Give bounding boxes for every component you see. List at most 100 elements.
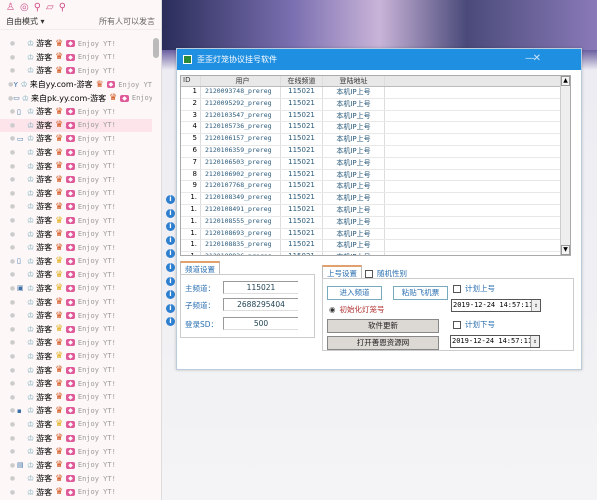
plan-login-datetime[interactable]: 2019-12-24 14:57:11 ⇕ (451, 299, 541, 312)
cell-address: 本机IP上号 (323, 157, 385, 169)
plan-logout-checkbox[interactable]: 计划下号 (453, 319, 495, 330)
user-icon[interactable]: ♙ (6, 2, 15, 13)
info-icon[interactable]: i (166, 303, 175, 313)
table-row[interactable]: 1 2120093748_prereg 115021 本机IP上号 (181, 87, 570, 99)
open-resource-site-button[interactable]: 打开善恩资源网 (327, 336, 439, 350)
close-icon[interactable]: ✕ (533, 53, 541, 64)
plan-logout-datetime[interactable]: 2019-12-24 14:57:11 ⇕ (450, 335, 540, 348)
scroll-down-icon[interactable]: ▼ (561, 245, 570, 255)
plan-login-checkbox[interactable]: 计划上号 (453, 283, 495, 294)
user-list-item[interactable]: ● ♔ 游客 ♛ ◆ Enjoy YT! (0, 472, 152, 486)
col-user[interactable]: 用户 (201, 76, 281, 86)
account-table: ID 用户 在线频道 登陆地址 1 2120093748_prereg 115021… (180, 75, 571, 256)
spinner-icon[interactable]: ⇕ (531, 300, 540, 311)
user-list-item[interactable]: ● ♔ 游客 ♛ ◆ Enjoy YT! (0, 363, 152, 377)
user-list-item[interactable]: ● ▤ ♔ 游客 ♛ ◆ Enjoy YT! (0, 458, 152, 472)
cell-user: 2120106359_prereg (201, 145, 281, 157)
table-row[interactable]: 1. 2120108693_prereg 115021 本机IP上号 (181, 228, 570, 241)
user-list-item[interactable]: ● ♔ 游客 ♛ ◆ Enjoy YT! (0, 173, 152, 187)
share-icon[interactable]: ▱ (46, 2, 54, 13)
table-row[interactable]: 9 2120107768_prereg 115021 本机IP上号 (181, 181, 570, 194)
app-window: 歪歪灯笼协议挂号软件 — ✕ ID 用户 在线频道 登陆地址 1 21200937… (176, 48, 582, 370)
table-row[interactable]: 4 2120105736_prereg 115021 本机IP上号 (181, 122, 570, 135)
user-list-item[interactable]: ● ♔ 游客 ♛ ◆ Enjoy YT! (0, 295, 152, 309)
user-name: 游客 (36, 52, 53, 62)
user-list-item[interactable]: ● ♔ 游客 ♛ ◆ Enjoy YT! (0, 146, 152, 160)
scroll-up-icon[interactable]: ▲ (561, 76, 570, 86)
table-row[interactable]: 3 2120103547_prereg 115021 本机IP上号 (181, 110, 570, 123)
user-list-item[interactable]: ● ♔ 游客 ♛ ◆ Enjoy YT! (0, 431, 152, 445)
user-list-item[interactable]: ● ♔ 游客 ♛ ◆ Enjoy YT! (0, 418, 152, 432)
table-row[interactable]: 5 2120106157_prereg 115021 本机IP上号 (181, 134, 570, 146)
user-name: 游客 (36, 39, 53, 49)
user-list-item[interactable]: ● ♔ 游客 ♛ ◆ Enjoy YT! (0, 51, 152, 65)
user-list-item[interactable]: ● ♔ 游客 ♛ ◆ Enjoy YT! (0, 322, 152, 336)
user-list-item[interactable]: ● ♔ 游客 ♛ ◆ Enjoy YT! (0, 241, 152, 255)
table-row[interactable]: 1. 2120108491_prereg 115021 本机IP上号 (181, 204, 570, 217)
main-channel-input[interactable]: 115021 (223, 281, 298, 294)
user-signature: Enjoy YT! (77, 311, 116, 320)
user-list-item[interactable]: ● ▭ ♔ 来自pk.yy.com-游客 ♛ ◆ Enjoy (0, 91, 152, 105)
sub-channel-input[interactable]: 2688295404 (223, 298, 298, 311)
user-list-item[interactable]: ● ♔ 游客 ♛ ◆ Enjoy YT! (0, 268, 152, 282)
table-row[interactable]: 1.2120108936_prereg115021本机IP上号 (181, 252, 570, 255)
table-row[interactable]: 7 2120106503_prereg 115021 本机IP上号 (181, 157, 570, 170)
user-list-item[interactable]: ● ▯ ♔ 游客 ♛ ◆ Enjoy YT! (0, 255, 152, 269)
info-icon[interactable]: i (166, 263, 175, 272)
user-list-item[interactable]: ● ▭ ♔ 游客 ♛ ◆ Enjoy YT! (0, 132, 152, 146)
paste-ticket-button[interactable]: 粘贴飞机票 (393, 286, 448, 300)
user-list-item[interactable]: ● ♔ 游客 ♛ ◆ Enjoy YT! (0, 64, 152, 78)
user-list-item[interactable]: ● ♔ 游客 ♛ ◆ Enjoy YT! (0, 486, 152, 500)
user-list-item[interactable]: ● ♔ 游客 ♛ ◆ Enjoy YT! (0, 227, 152, 241)
info-icon[interactable]: i (166, 276, 175, 286)
col-address[interactable]: 登陆地址 (323, 76, 385, 86)
info-icon[interactable]: i (166, 235, 175, 245)
info-icon[interactable]: i (166, 208, 175, 218)
enter-channel-button[interactable]: 进入频道 (327, 286, 382, 300)
user-signature: Enjoy YT! (77, 66, 116, 75)
user-list-item[interactable]: ● ▣ ♔ 游客 ♛ ◆ Enjoy YT! (0, 282, 152, 296)
cell-user: 2120093748_prereg (201, 87, 281, 98)
cell-user: 2120108693_prereg (201, 228, 281, 240)
user-name: 游客 (36, 243, 53, 253)
col-id[interactable]: ID (181, 76, 201, 86)
software-update-button[interactable]: 软件更新 (327, 319, 439, 333)
user-list-item[interactable]: ● ♔ 游客 ♛ ◆ Enjoy YT! (0, 336, 152, 350)
mode-dropdown[interactable]: 自由模式 ▾ (6, 16, 45, 27)
avatar-icon: ♔ (27, 175, 35, 185)
login-sd-input[interactable]: 500 (223, 317, 298, 330)
search-icon[interactable]: ⚲ (59, 2, 66, 13)
user-list-item[interactable]: ● ♔ 游客 ♛ ◆ Enjoy YT! (0, 118, 152, 133)
table-row[interactable]: 1. 2120108349_prereg 115021 本机IP上号 (181, 193, 570, 205)
table-row[interactable]: 8 2120106902_prereg 115021 本机IP上号 (181, 169, 570, 182)
user-list-item[interactable]: ● ♔ 游客 ♛ ◆ Enjoy YT! (0, 350, 152, 364)
user-list-item[interactable]: ● ▯ ♔ 游客 ♛ ◆ Enjoy YT! (0, 105, 152, 119)
user-list-item[interactable]: ● ♔ 游客 ♛ ◆ Enjoy YT! (0, 187, 152, 201)
scrollbar[interactable] (153, 38, 159, 58)
user-list-item[interactable]: ● ♔ 游客 ♛ ◆ Enjoy YT! (0, 200, 152, 214)
col-channel[interactable]: 在线频道 (281, 76, 323, 86)
user-list-item[interactable]: ● ♔ 游客 ♛ ◆ Enjoy YT! (0, 377, 152, 391)
user-list-item[interactable]: ● ♔ 游客 ♛ ◆ Enjoy YT! (0, 445, 152, 459)
user-list-item[interactable]: ● ♔ 游客 ♛ ◆ Enjoy YT! (0, 390, 152, 404)
spinner-icon[interactable]: ⇕ (530, 336, 539, 347)
user-list-item[interactable]: ● ♔ 游客 ♛ ◆ Enjoy YT! (0, 159, 152, 173)
cell-user: 2120108555_prereg (201, 216, 281, 228)
init-lantern-radio[interactable]: ◉ 初始化灯笼号 (329, 304, 385, 315)
user-list-item[interactable]: ● ♔ 游客 ♛ ◆ Enjoy YT! (0, 214, 152, 228)
user-list-item[interactable]: ● ♔ 游客 ♛ ◆ Enjoy YT! (0, 309, 152, 323)
info-icon[interactable]: i (166, 195, 175, 204)
avatar-icon: ♔ (27, 188, 35, 198)
user-list-item[interactable]: ● ▪ ♔ 游客 ♛ ◆ Enjoy YT! (0, 404, 152, 418)
user-list-item[interactable]: ● ♔ 游客 ♛ ◆ Enjoy YT! (0, 37, 152, 51)
table-row[interactable]: 1. 2120108835_prereg 115021 本机IP上号 (181, 240, 570, 253)
location-icon[interactable]: ⚲ (34, 2, 41, 13)
chat-icon[interactable]: ◎ (20, 2, 29, 13)
table-row[interactable]: 2 2120095292_prereg 115021 本机IP上号 (181, 98, 570, 111)
gem-badge-icon: ◆ (66, 434, 75, 442)
table-row[interactable]: 6 2120106359_prereg 115021 本机IP上号 (181, 145, 570, 158)
user-list-item[interactable]: ● Y ♔ 来自yy.com-游客 ♛ ◆ Enjoy YT (0, 78, 152, 92)
table-row[interactable]: 1. 2120108555_prereg 115021 本机IP上号 (181, 216, 570, 229)
crown-icon: ♛ (55, 269, 64, 280)
table-scrollbar[interactable]: ▲ ▼ (560, 76, 570, 255)
